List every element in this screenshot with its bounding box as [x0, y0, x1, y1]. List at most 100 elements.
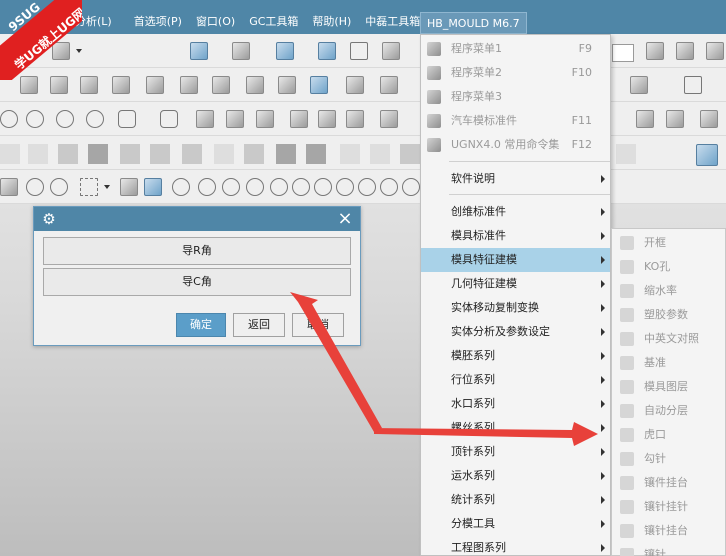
- view-select[interactable]: [612, 44, 634, 62]
- settings-icon[interactable]: [706, 42, 724, 60]
- layer-icon[interactable]: [382, 42, 400, 60]
- trim-icon[interactable]: [226, 110, 244, 128]
- mesh-icon[interactable]: [380, 76, 398, 94]
- tile-1[interactable]: [0, 144, 20, 164]
- menu-gc-toolbox[interactable]: GC工具箱: [242, 0, 305, 34]
- dialog-titlebar[interactable]: ⚙ ×: [34, 207, 360, 231]
- fit-view-icon[interactable]: [190, 42, 208, 60]
- tile-12[interactable]: [340, 144, 360, 164]
- submenu-mould-layers[interactable]: 模具图层: [612, 375, 726, 399]
- submenu-tiger-mouth[interactable]: 虎口: [612, 423, 726, 447]
- snap-icon[interactable]: [0, 178, 18, 196]
- dimension-icon[interactable]: [666, 110, 684, 128]
- tile-3[interactable]: [58, 144, 78, 164]
- menu-cooling[interactable]: 运水系列: [421, 464, 610, 488]
- submenu-datum[interactable]: 基准: [612, 351, 726, 375]
- sheet-icon[interactable]: [346, 76, 364, 94]
- rect-select-icon[interactable]: [684, 76, 702, 94]
- tile-13[interactable]: [370, 144, 390, 164]
- line-snap-icon[interactable]: [198, 178, 216, 196]
- table-icon[interactable]: [646, 42, 664, 60]
- box-select-icon[interactable]: [80, 178, 98, 196]
- round-fillet-button[interactable]: 导R角: [43, 237, 351, 265]
- submenu-pin-hook[interactable]: 镶针挂针: [612, 495, 726, 519]
- submenu-insert-hanger[interactable]: 镶件挂台: [612, 471, 726, 495]
- menu-mould-parts[interactable]: 模具标准件: [421, 224, 610, 248]
- point-cloud-icon[interactable]: [172, 178, 190, 196]
- tile-11[interactable]: [306, 144, 326, 164]
- tile-14[interactable]: [400, 144, 420, 164]
- menu-statistics[interactable]: 统计系列: [421, 488, 610, 512]
- chamfer-button[interactable]: 导C角: [43, 268, 351, 296]
- solid-icon[interactable]: [120, 178, 138, 196]
- menu-screw[interactable]: 螺丝系列: [421, 416, 610, 440]
- tile-4[interactable]: [88, 144, 108, 164]
- table-edit-icon[interactable]: [676, 42, 694, 60]
- ok-button[interactable]: 确定: [176, 313, 226, 337]
- cancel-button[interactable]: 取消: [292, 313, 344, 337]
- submenu-open-frame[interactable]: 开框: [612, 231, 726, 255]
- submenu-cn-en-table[interactable]: 中英文对照: [612, 327, 726, 351]
- menu-software-help[interactable]: 软件说明: [421, 167, 610, 191]
- ellipse-icon[interactable]: [56, 110, 74, 128]
- extend-icon[interactable]: [346, 110, 364, 128]
- center-snap-icon[interactable]: [336, 178, 354, 196]
- hole-icon[interactable]: [146, 76, 164, 94]
- spline-icon[interactable]: [26, 110, 44, 128]
- slash-snap-icon[interactable]: [402, 178, 420, 196]
- offset-curve-icon[interactable]: [160, 110, 178, 128]
- menu-window[interactable]: 窗口(O): [189, 0, 242, 34]
- fillet-icon[interactable]: [196, 110, 214, 128]
- menu-mold-base[interactable]: 模胚系列: [421, 344, 610, 368]
- angle-icon[interactable]: [256, 110, 274, 128]
- point-snap-icon[interactable]: [26, 178, 44, 196]
- point-icon[interactable]: [310, 76, 328, 94]
- close-icon[interactable]: ×: [336, 208, 354, 230]
- quadrant-snap-icon[interactable]: [358, 178, 376, 196]
- cube-shaded-icon[interactable]: [276, 42, 294, 60]
- menu-ugnx4-commands[interactable]: UGNX4.0 常用命令集 F12: [421, 133, 610, 157]
- cross-snap-icon[interactable]: [380, 178, 398, 196]
- dots-icon[interactable]: [246, 76, 264, 94]
- sphere-icon[interactable]: [630, 76, 648, 94]
- tile-6[interactable]: [150, 144, 170, 164]
- measure-icon[interactable]: [636, 110, 654, 128]
- menu-preferences[interactable]: 首选项(P): [127, 0, 189, 34]
- menu-zhonglei-toolbox[interactable]: 中磊工具箱: [358, 0, 427, 34]
- submenu-plastic-params[interactable]: 塑胶参数: [612, 303, 726, 327]
- menu-program-2[interactable]: 程序菜单2 F10: [421, 61, 610, 85]
- menu-program-3[interactable]: 程序菜单3: [421, 85, 610, 109]
- polygon-icon[interactable]: [0, 110, 18, 128]
- tile-5[interactable]: [120, 144, 140, 164]
- tile-10[interactable]: [276, 144, 296, 164]
- vertical-dim-icon[interactable]: [700, 110, 718, 128]
- shell-icon[interactable]: [112, 76, 130, 94]
- menu-mould-feature-modeling[interactable]: 模具特征建模: [421, 248, 610, 272]
- submenu-shrinkage[interactable]: 缩水率: [612, 279, 726, 303]
- cube-view-icon[interactable]: [318, 42, 336, 60]
- tile-9[interactable]: [244, 144, 264, 164]
- block-icon[interactable]: [80, 76, 98, 94]
- rounded-shape-icon[interactable]: [118, 110, 136, 128]
- menu-gate[interactable]: 水口系列: [421, 392, 610, 416]
- menu-parting-tools[interactable]: 分模工具: [421, 512, 610, 536]
- cube-select-icon[interactable]: [144, 178, 162, 196]
- wave-snap-icon[interactable]: [292, 178, 310, 196]
- menu-geometry-feature-modeling[interactable]: 几何特征建模: [421, 272, 610, 296]
- submenu-ko-hole[interactable]: KO孔: [612, 255, 726, 279]
- menu-program-1[interactable]: 程序菜单1 F9: [421, 37, 610, 61]
- mirror-icon[interactable]: [318, 110, 336, 128]
- menu-solid-move-copy[interactable]: 实体移动复制变换: [421, 296, 610, 320]
- tile-2[interactable]: [28, 144, 48, 164]
- move-icon[interactable]: [50, 178, 68, 196]
- boss-icon[interactable]: [212, 76, 230, 94]
- tile-7[interactable]: [182, 144, 202, 164]
- curve-snap-icon[interactable]: [222, 178, 240, 196]
- menu-help[interactable]: 帮助(H): [305, 0, 358, 34]
- pattern-icon[interactable]: [180, 76, 198, 94]
- render-icon[interactable]: [232, 42, 250, 60]
- arc-snap-icon[interactable]: [246, 178, 264, 196]
- submenu-hook-pin[interactable]: 勾针: [612, 447, 726, 471]
- menu-hb-mould[interactable]: HB_MOULD M6.7: [420, 12, 527, 34]
- line-tool-icon[interactable]: [380, 110, 398, 128]
